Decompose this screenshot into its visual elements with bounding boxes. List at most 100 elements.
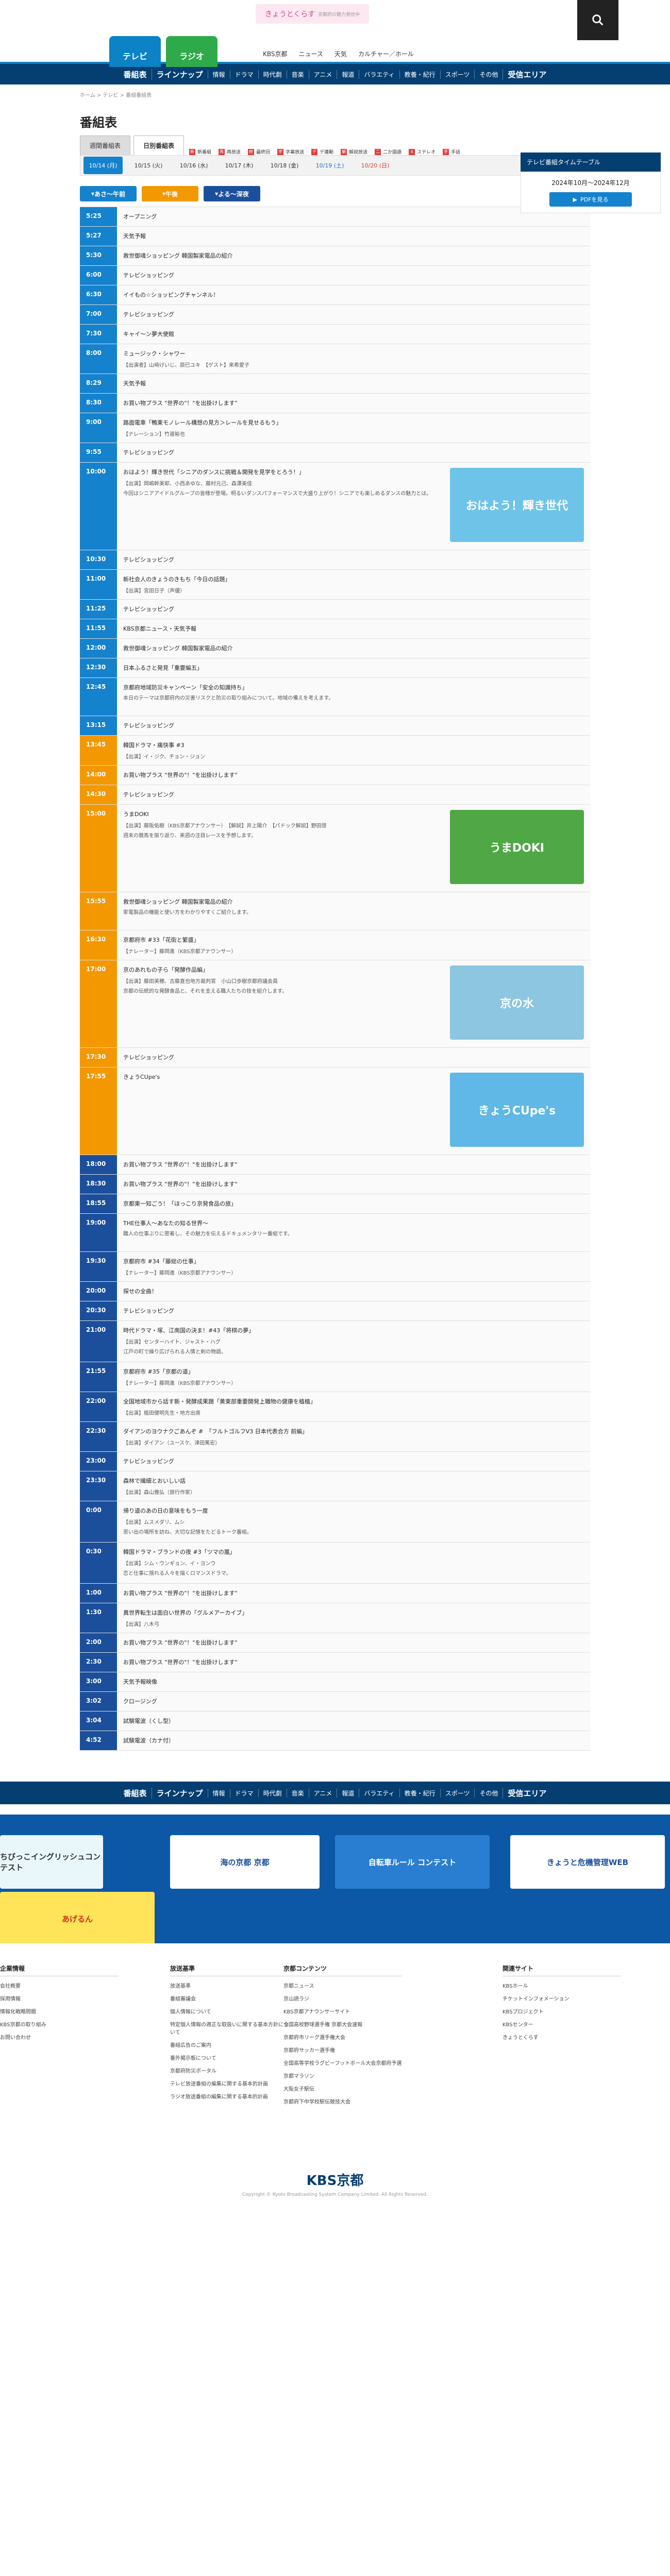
gnav-item[interactable]: バラエティ: [359, 70, 399, 79]
bnav-item[interactable]: その他: [474, 1788, 502, 1798]
program-title[interactable]: 京都府市 #35「京都の道」: [123, 1367, 584, 1376]
program-row[interactable]: 3:02 クロージング: [80, 1692, 590, 1711]
tab-tv[interactable]: テレビ: [109, 36, 161, 67]
program-title[interactable]: テレビショッピング: [123, 721, 584, 730]
program-title[interactable]: 探せの全曲！: [123, 1287, 584, 1295]
date-button[interactable]: 10/15 (火): [129, 157, 168, 174]
program-title[interactable]: KBS京都ニュース・天気予報: [123, 624, 584, 633]
program-row[interactable]: 2:30 お買い物プラス "世界の"！"を出掛けします": [80, 1653, 590, 1672]
program-row[interactable]: 22:00 全国地域市から話す新・発酵成果題「黄東部重要開発上職物の健康を植植」【…: [80, 1392, 590, 1422]
top-link-kbs[interactable]: KBS京都: [263, 49, 288, 58]
period-button[interactable]: ▼ 午後: [142, 186, 198, 201]
banner[interactable]: 自転車ルール コンテスト: [335, 1835, 490, 1889]
program-title[interactable]: 救世御魂ショッピング 韓国製家電品の紹介: [123, 251, 584, 260]
bnav-item[interactable]: スポーツ: [440, 1788, 475, 1798]
date-button[interactable]: 10/16 (水): [174, 157, 213, 174]
banner[interactable]: 海の京都 京都: [170, 1835, 320, 1889]
footer-link[interactable]: KBSセンター: [502, 2020, 621, 2028]
program-row[interactable]: 13:15 テレビショッピング: [80, 716, 590, 736]
program-title[interactable]: 新社会人のきょうのきもち「今日の話題」: [123, 575, 584, 583]
program-row[interactable]: 8:29 天気予報: [80, 374, 590, 394]
program-row[interactable]: 5:30 救世御魂ショッピング 韓国製家電品の紹介: [80, 246, 590, 266]
program-title[interactable]: 時代ドラマ・塚、江南国の決ま！#43「将棋の夢」: [123, 1326, 584, 1334]
program-title[interactable]: 天気予報映像: [123, 1677, 584, 1686]
program-title[interactable]: ダイアンのヨウナクごあんぞ # 「フルトゴルフV3 日本代表合方 前編」: [123, 1427, 584, 1435]
gnav-item[interactable]: 番組表: [119, 69, 152, 80]
program-title[interactable]: 日本ふるさと発見「重要編五」: [123, 664, 584, 672]
top-link-culture[interactable]: カルチャー／ホール: [358, 49, 414, 58]
gnav-item[interactable]: 音楽: [286, 70, 309, 79]
footer-link[interactable]: 番組広告のご案内: [170, 2041, 289, 2048]
program-row[interactable]: 17:00 京のあれもの子ら「発酵作品編」 【出演】藤田美穂、古藤直也地方裁判官 小…: [80, 960, 590, 1048]
footer-link[interactable]: 京都府サッカー選手権: [283, 2046, 402, 2054]
program-row[interactable]: 8:30 お買い物プラス "世界の"！"を出掛けします": [80, 394, 590, 413]
program-row[interactable]: 15:55 救世御魂ショッピング 韓国製家電品の紹介 家電製品の機能と使い方をわかり…: [80, 892, 590, 930]
program-title[interactable]: テレビショッピング: [123, 310, 584, 318]
banner[interactable]: あげるん: [0, 1892, 155, 1945]
program-row[interactable]: 7:00 テレビショッピング: [80, 305, 590, 325]
program-title[interactable]: 救世御魂ショッピング 韓国製家電品の紹介: [123, 644, 584, 652]
program-row[interactable]: 15:00 うまDOKI 【出演】藤阪佑樹（KBS京都アナウンサー） 【解説】井上陽…: [80, 805, 590, 892]
program-row[interactable]: 1:30 異世界転生は面白い世界の「グルメアーカイブ」 【出演】八木弓: [80, 1603, 590, 1633]
footer-link[interactable]: チケットインフォメーション: [502, 1994, 621, 2002]
gnav-item[interactable]: アニメ: [308, 70, 337, 79]
program-row[interactable]: 14:00 お買い物プラス "世界の"！"を出掛けします": [80, 766, 590, 785]
gnav-item[interactable]: ドラマ: [229, 70, 258, 79]
program-row[interactable]: 6:00 テレビショッピング: [80, 266, 590, 285]
bnav-item[interactable]: 時代劇: [258, 1788, 287, 1798]
footer-link[interactable]: 会社概要: [0, 1981, 119, 1989]
program-row[interactable]: 5:25 オープニング: [80, 207, 590, 227]
bnav-item[interactable]: アニメ: [308, 1788, 337, 1798]
program-title[interactable]: ミュージック・シャワー: [123, 349, 584, 358]
footer-link[interactable]: 採用情報: [0, 1994, 119, 2002]
banner[interactable]: きょうと危機管理WEB: [510, 1835, 665, 1889]
footer-link[interactable]: ラジオ放送番組の編集に関する基本的計画: [170, 2092, 289, 2100]
program-title[interactable]: テレビショッピング: [123, 605, 584, 613]
program-title[interactable]: お買い物プラス "世界の"！"を出掛けします": [123, 1638, 584, 1647]
program-title[interactable]: きょうCUpe's: [123, 1073, 443, 1081]
gnav-item[interactable]: 報道: [337, 70, 359, 79]
gnav-item[interactable]: 情報: [207, 70, 230, 79]
program-row[interactable]: 12:00 救世御魂ショッピング 韓国製家電品の紹介: [80, 639, 590, 658]
footer-link[interactable]: 京都マラソン: [283, 2072, 402, 2079]
footer-link[interactable]: KBSプロジェクト: [502, 2007, 621, 2015]
bnav-item[interactable]: バラエティ: [359, 1788, 399, 1798]
footer-link[interactable]: 番組審議会: [170, 1994, 289, 2002]
program-title[interactable]: 天気予報: [123, 379, 584, 387]
banner[interactable]: ちびっこイングリッシュコンテスト: [0, 1835, 103, 1889]
program-row[interactable]: 22:30 ダイアンのヨウナクごあんぞ # 「フルトゴルフV3 日本代表合方 前編…: [80, 1422, 590, 1452]
bnav-item[interactable]: 教養・紀行: [399, 1788, 440, 1798]
program-row[interactable]: 8:00 ミュージック・シャワー 【出演者】山﨑けいじ、辰巳ユキ 【ゲスト】来希愛子: [80, 344, 590, 374]
program-row[interactable]: 2:00 お買い物プラス "世界の"！"を出掛けします": [80, 1633, 590, 1653]
footer-link[interactable]: きょうとくらす: [502, 2033, 621, 2041]
program-title[interactable]: 天気予報: [123, 232, 584, 240]
program-row[interactable]: 23:00 テレビショッピング: [80, 1452, 590, 1471]
program-row[interactable]: 16:30 京都府市 #33「花街と繁盛」 【ナレーター】藤岡進（KBS京都アナウン…: [80, 930, 590, 960]
program-title[interactable]: おはよう！輝き世代「シニアのダンスに挑戦＆開発を見学をとろう！」: [123, 468, 443, 476]
footer-link[interactable]: 京都ニュース: [283, 1981, 402, 1989]
program-row[interactable]: 20:00 探せの全曲！: [80, 1282, 590, 1301]
program-row[interactable]: 3:04 試験電波（くし型）: [80, 1711, 590, 1731]
top-link-news[interactable]: ニュース: [299, 49, 323, 58]
program-title[interactable]: 韓国ドラマ・ブランドの夜 #3「ツマの嵐」: [123, 1548, 584, 1556]
program-title[interactable]: オープニング: [123, 212, 584, 221]
program-title[interactable]: テレビショッピング: [123, 1053, 584, 1061]
program-title[interactable]: 京都府市 #34「藤総の仕事」: [123, 1257, 584, 1265]
program-row[interactable]: 14:30 テレビショッピング: [80, 785, 590, 805]
program-title[interactable]: テレビショッピング: [123, 790, 584, 799]
program-row[interactable]: 10:00 おはよう！輝き世代「シニアのダンスに挑戦＆開発を見学をとろう！」 【出演…: [80, 463, 590, 550]
tab-radio[interactable]: ラジオ: [166, 36, 217, 67]
breadcrumb[interactable]: ホーム > テレビ > 番組番組表: [80, 84, 590, 102]
program-title[interactable]: イイもの☆ショッピングチャンネル！: [123, 291, 584, 299]
top-link-weather[interactable]: 天気: [334, 49, 347, 58]
program-row[interactable]: 20:30 テレビショッピング: [80, 1301, 590, 1321]
program-row[interactable]: 18:00 お買い物プラス "世界の"！"を出掛けします": [80, 1155, 590, 1175]
period-button[interactable]: ▼ よる～深夜: [204, 186, 260, 201]
program-row[interactable]: 19:00 THE仕事人～あなたの知る世界～ 職人の仕事ぶりに密着し、その魅力を伝え…: [80, 1214, 590, 1252]
gnav-item[interactable]: 受信エリア: [502, 69, 551, 80]
footer-link[interactable]: 放送基準: [170, 1981, 289, 1989]
program-row[interactable]: 11:55 KBS京都ニュース・天気予報: [80, 619, 590, 639]
program-title[interactable]: 京都府市 #33「花街と繁盛」: [123, 936, 584, 944]
program-title[interactable]: お買い物プラス "世界の"！"を出掛けします": [123, 771, 584, 779]
tab-weekly[interactable]: 週間番組表: [80, 135, 131, 155]
